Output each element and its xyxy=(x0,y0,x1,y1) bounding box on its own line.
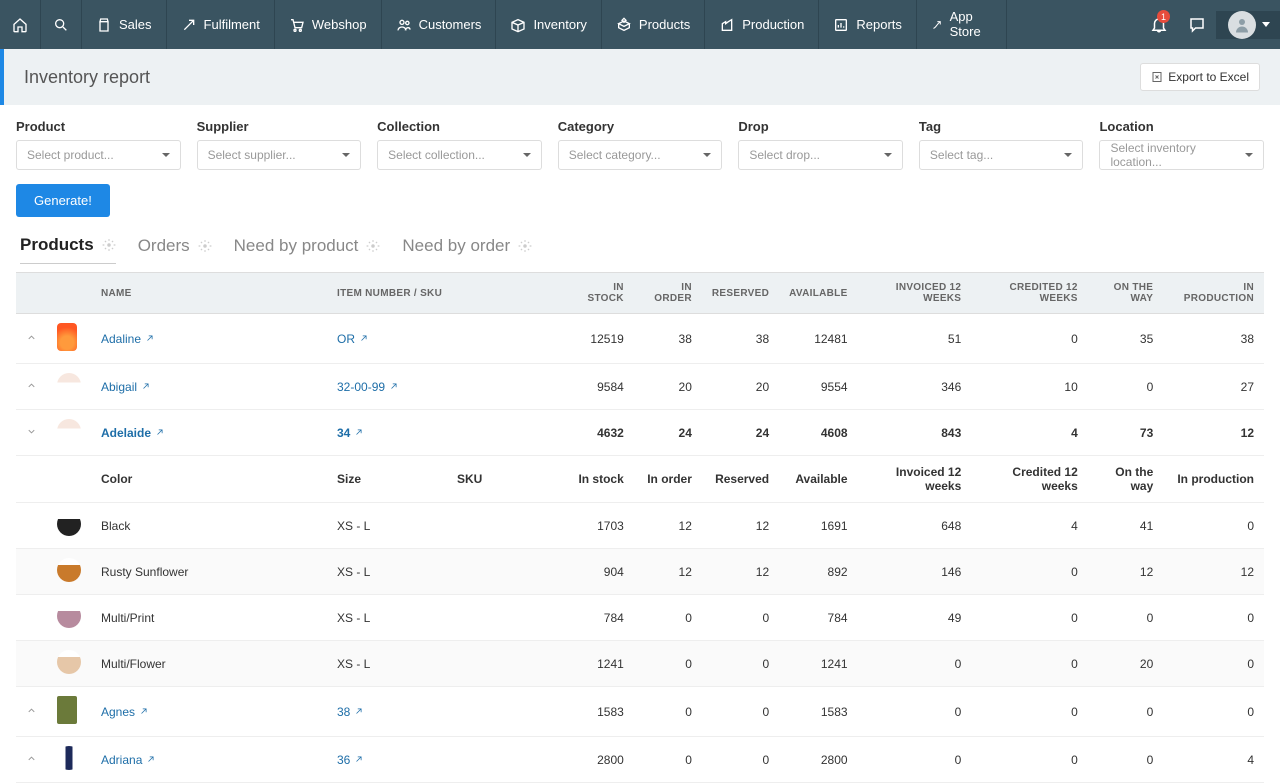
table-row: Adelaide 34 463224 244608 8434 7312 xyxy=(16,410,1264,456)
filters-row: Product Select product... Supplier Select … xyxy=(0,105,1280,170)
expand-toggle[interactable] xyxy=(26,380,37,391)
product-link[interactable]: Agnes xyxy=(101,705,148,719)
gear-icon[interactable] xyxy=(518,239,532,253)
chevron-down-icon xyxy=(342,153,350,157)
location-select[interactable]: Select inventory location... xyxy=(1099,140,1264,170)
col-credited[interactable]: CREDITED 12 WEEKS xyxy=(971,273,1088,314)
home-button[interactable] xyxy=(0,0,41,49)
col-available[interactable]: AVAILABLE xyxy=(779,273,857,314)
tab-orders[interactable]: Orders xyxy=(138,236,212,264)
sku-link[interactable]: 36 xyxy=(337,753,363,767)
expand-toggle[interactable] xyxy=(26,705,37,716)
nav-webshop[interactable]: Webshop xyxy=(275,0,382,49)
collection-select[interactable]: Select collection... xyxy=(377,140,542,170)
product-link[interactable]: Adriana xyxy=(101,753,155,767)
notification-badge: 1 xyxy=(1157,10,1170,23)
tag-select[interactable]: Select tag... xyxy=(919,140,1084,170)
gear-icon[interactable] xyxy=(102,238,116,252)
col-inorder[interactable]: IN ORDER xyxy=(634,273,702,314)
gear-icon[interactable] xyxy=(366,239,380,253)
page-title: Inventory report xyxy=(24,67,150,88)
sku-link[interactable]: 32-00-99 xyxy=(337,380,398,394)
variant-thumb xyxy=(57,604,81,628)
filter-label-tag: Tag xyxy=(919,119,1084,134)
filter-label-product: Product xyxy=(16,119,181,134)
chevron-down-icon xyxy=(1262,22,1270,27)
table-row: Abigail 32-00-99 958420 209554 34610 027 xyxy=(16,364,1264,410)
variant-thumb xyxy=(57,512,81,536)
nav-fulfilment[interactable]: Fulfilment xyxy=(167,0,275,49)
tab-products[interactable]: Products xyxy=(20,235,116,264)
filter-label-category: Category xyxy=(558,119,723,134)
product-link[interactable]: Abigail xyxy=(101,380,150,394)
product-thumb xyxy=(57,323,77,351)
category-select[interactable]: Select category... xyxy=(558,140,723,170)
expand-toggle[interactable] xyxy=(26,426,37,437)
gear-icon[interactable] xyxy=(198,239,212,253)
expand-toggle[interactable] xyxy=(26,332,37,343)
nav-products[interactable]: Products xyxy=(602,0,705,49)
chevron-down-icon xyxy=(703,153,711,157)
nav-customers[interactable]: Customers xyxy=(382,0,497,49)
supplier-select[interactable]: Select supplier... xyxy=(197,140,362,170)
sku-link[interactable]: 38 xyxy=(337,705,363,719)
table-row: Adriana 36 28000 02800 00 04 xyxy=(16,737,1264,783)
filter-label-collection: Collection xyxy=(377,119,542,134)
variant-thumb xyxy=(57,558,81,582)
product-link[interactable]: Adelaide xyxy=(101,426,164,440)
col-ontheway[interactable]: ON THE WAY xyxy=(1088,273,1163,314)
chevron-down-icon xyxy=(162,153,170,157)
drop-select[interactable]: Select drop... xyxy=(738,140,903,170)
variant-header-row: Color SizeSKU In stockIn orderReservedAv… xyxy=(16,456,1264,503)
product-select[interactable]: Select product... xyxy=(16,140,181,170)
avatar xyxy=(1228,11,1256,39)
nav-reports[interactable]: Reports xyxy=(819,0,917,49)
chevron-down-icon xyxy=(523,153,531,157)
tab-need-by-product[interactable]: Need by product xyxy=(234,236,381,264)
chevron-down-icon xyxy=(1245,153,1253,157)
top-nav: Sales Fulfilment Webshop Customers Inven… xyxy=(0,0,1280,49)
product-thumb xyxy=(57,373,81,397)
filter-label-supplier: Supplier xyxy=(197,119,362,134)
filter-label-drop: Drop xyxy=(738,119,903,134)
variant-thumb xyxy=(57,650,81,674)
user-menu[interactable] xyxy=(1216,11,1280,39)
col-sku[interactable]: ITEM NUMBER / SKU xyxy=(327,273,567,314)
chat-button[interactable] xyxy=(1178,0,1216,49)
variant-row: Multi/Flower XS - L 12410 01241 00 200 xyxy=(16,641,1264,687)
nav-appstore[interactable]: App Store xyxy=(917,0,1007,49)
product-link[interactable]: Adaline xyxy=(101,332,154,346)
col-inprod[interactable]: IN PRODUCTION xyxy=(1163,273,1264,314)
sku-link[interactable]: 34 xyxy=(337,426,363,440)
table-row: Adaline OR 1251938 3812481 510 3538 xyxy=(16,314,1264,364)
page-header: Inventory report Export to Excel xyxy=(0,49,1280,105)
nav-sales[interactable]: Sales xyxy=(82,0,167,49)
generate-button[interactable]: Generate! xyxy=(16,184,110,217)
chevron-down-icon xyxy=(1064,153,1072,157)
report-tabs: Products Orders Need by product Need by … xyxy=(0,235,1280,266)
nav-production[interactable]: Production xyxy=(705,0,819,49)
notifications-button[interactable]: 1 xyxy=(1140,0,1178,49)
chevron-down-icon xyxy=(884,153,892,157)
product-thumb xyxy=(57,746,81,770)
search-button[interactable] xyxy=(41,0,82,49)
filter-label-location: Location xyxy=(1099,119,1264,134)
col-name[interactable]: NAME xyxy=(91,273,327,314)
variant-row: Rusty Sunflower XS - L 90412 12892 1460 … xyxy=(16,549,1264,595)
col-instock[interactable]: IN STOCK xyxy=(567,273,634,314)
product-thumb xyxy=(57,419,81,443)
export-excel-button[interactable]: Export to Excel xyxy=(1140,63,1260,91)
inventory-table: NAME ITEM NUMBER / SKU IN STOCK IN ORDER… xyxy=(16,272,1264,783)
col-invoiced[interactable]: INVOICED 12 WEEKS xyxy=(858,273,972,314)
sku-link[interactable]: OR xyxy=(337,332,368,346)
variant-row: Black XS - L 170312 121691 6484 410 xyxy=(16,503,1264,549)
nav-inventory[interactable]: Inventory xyxy=(496,0,601,49)
expand-toggle[interactable] xyxy=(26,753,37,764)
variant-row: Multi/Print XS - L 7840 0784 490 00 xyxy=(16,595,1264,641)
col-reserved[interactable]: RESERVED xyxy=(702,273,779,314)
tab-need-by-order[interactable]: Need by order xyxy=(402,236,532,264)
table-row: Agnes 38 15830 01583 00 00 xyxy=(16,687,1264,737)
